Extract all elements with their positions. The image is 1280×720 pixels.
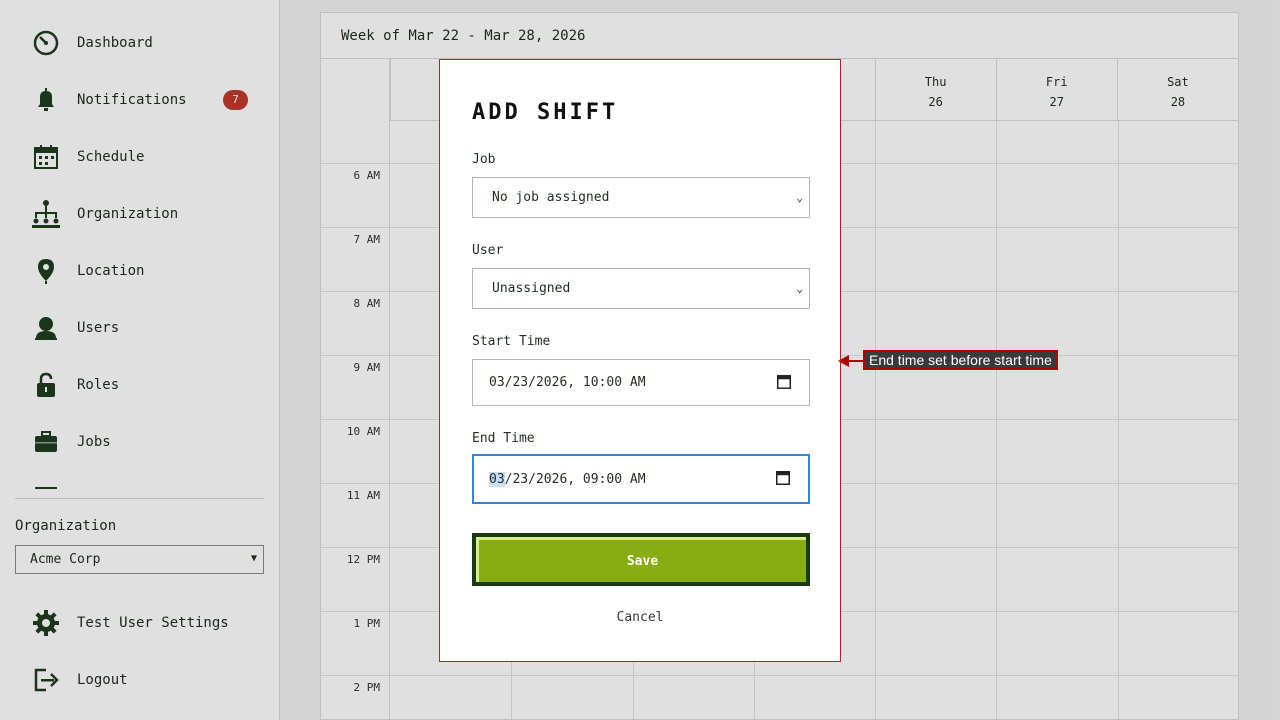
annotation-label: End time set before start time [863,350,1058,370]
user-select-value: Unassigned [492,281,571,296]
start-time-label: Start Time [472,334,551,349]
end-time-input[interactable]: 03/23/2026, 09:00 AM [472,454,810,504]
end-time-month-segment[interactable]: 03 [489,471,505,487]
start-time-input[interactable]: 03/23/2026, 10:00 AM [472,359,810,406]
chevron-down-icon: ⌄ [796,282,803,295]
chevron-down-icon: ⌄ [796,191,803,204]
annotation-arrow-icon [838,353,864,372]
calendar-picker-icon[interactable] [777,374,791,393]
add-shift-modal: ADD SHIFT Job No job assigned ⌄ User Una… [439,59,841,662]
job-label: Job [472,152,496,167]
calendar-picker-icon[interactable] [776,470,790,489]
end-time-rest: /23/2026, 09:00 AM [504,471,646,487]
user-select[interactable]: Unassigned ⌄ [472,268,810,309]
save-button[interactable]: Save [472,533,810,586]
modal-title: ADD SHIFT [472,100,619,125]
cancel-button[interactable]: Cancel [440,610,840,625]
user-label: User [472,243,504,258]
job-select[interactable]: No job assigned ⌄ [472,177,810,218]
end-time-value: 03/23/2026, 09:00 AM [489,471,646,487]
start-time-value: 03/23/2026, 10:00 AM [489,375,646,390]
end-time-label: End Time [472,431,535,446]
save-button-label: Save [476,537,806,582]
job-select-value: No job assigned [492,190,610,205]
